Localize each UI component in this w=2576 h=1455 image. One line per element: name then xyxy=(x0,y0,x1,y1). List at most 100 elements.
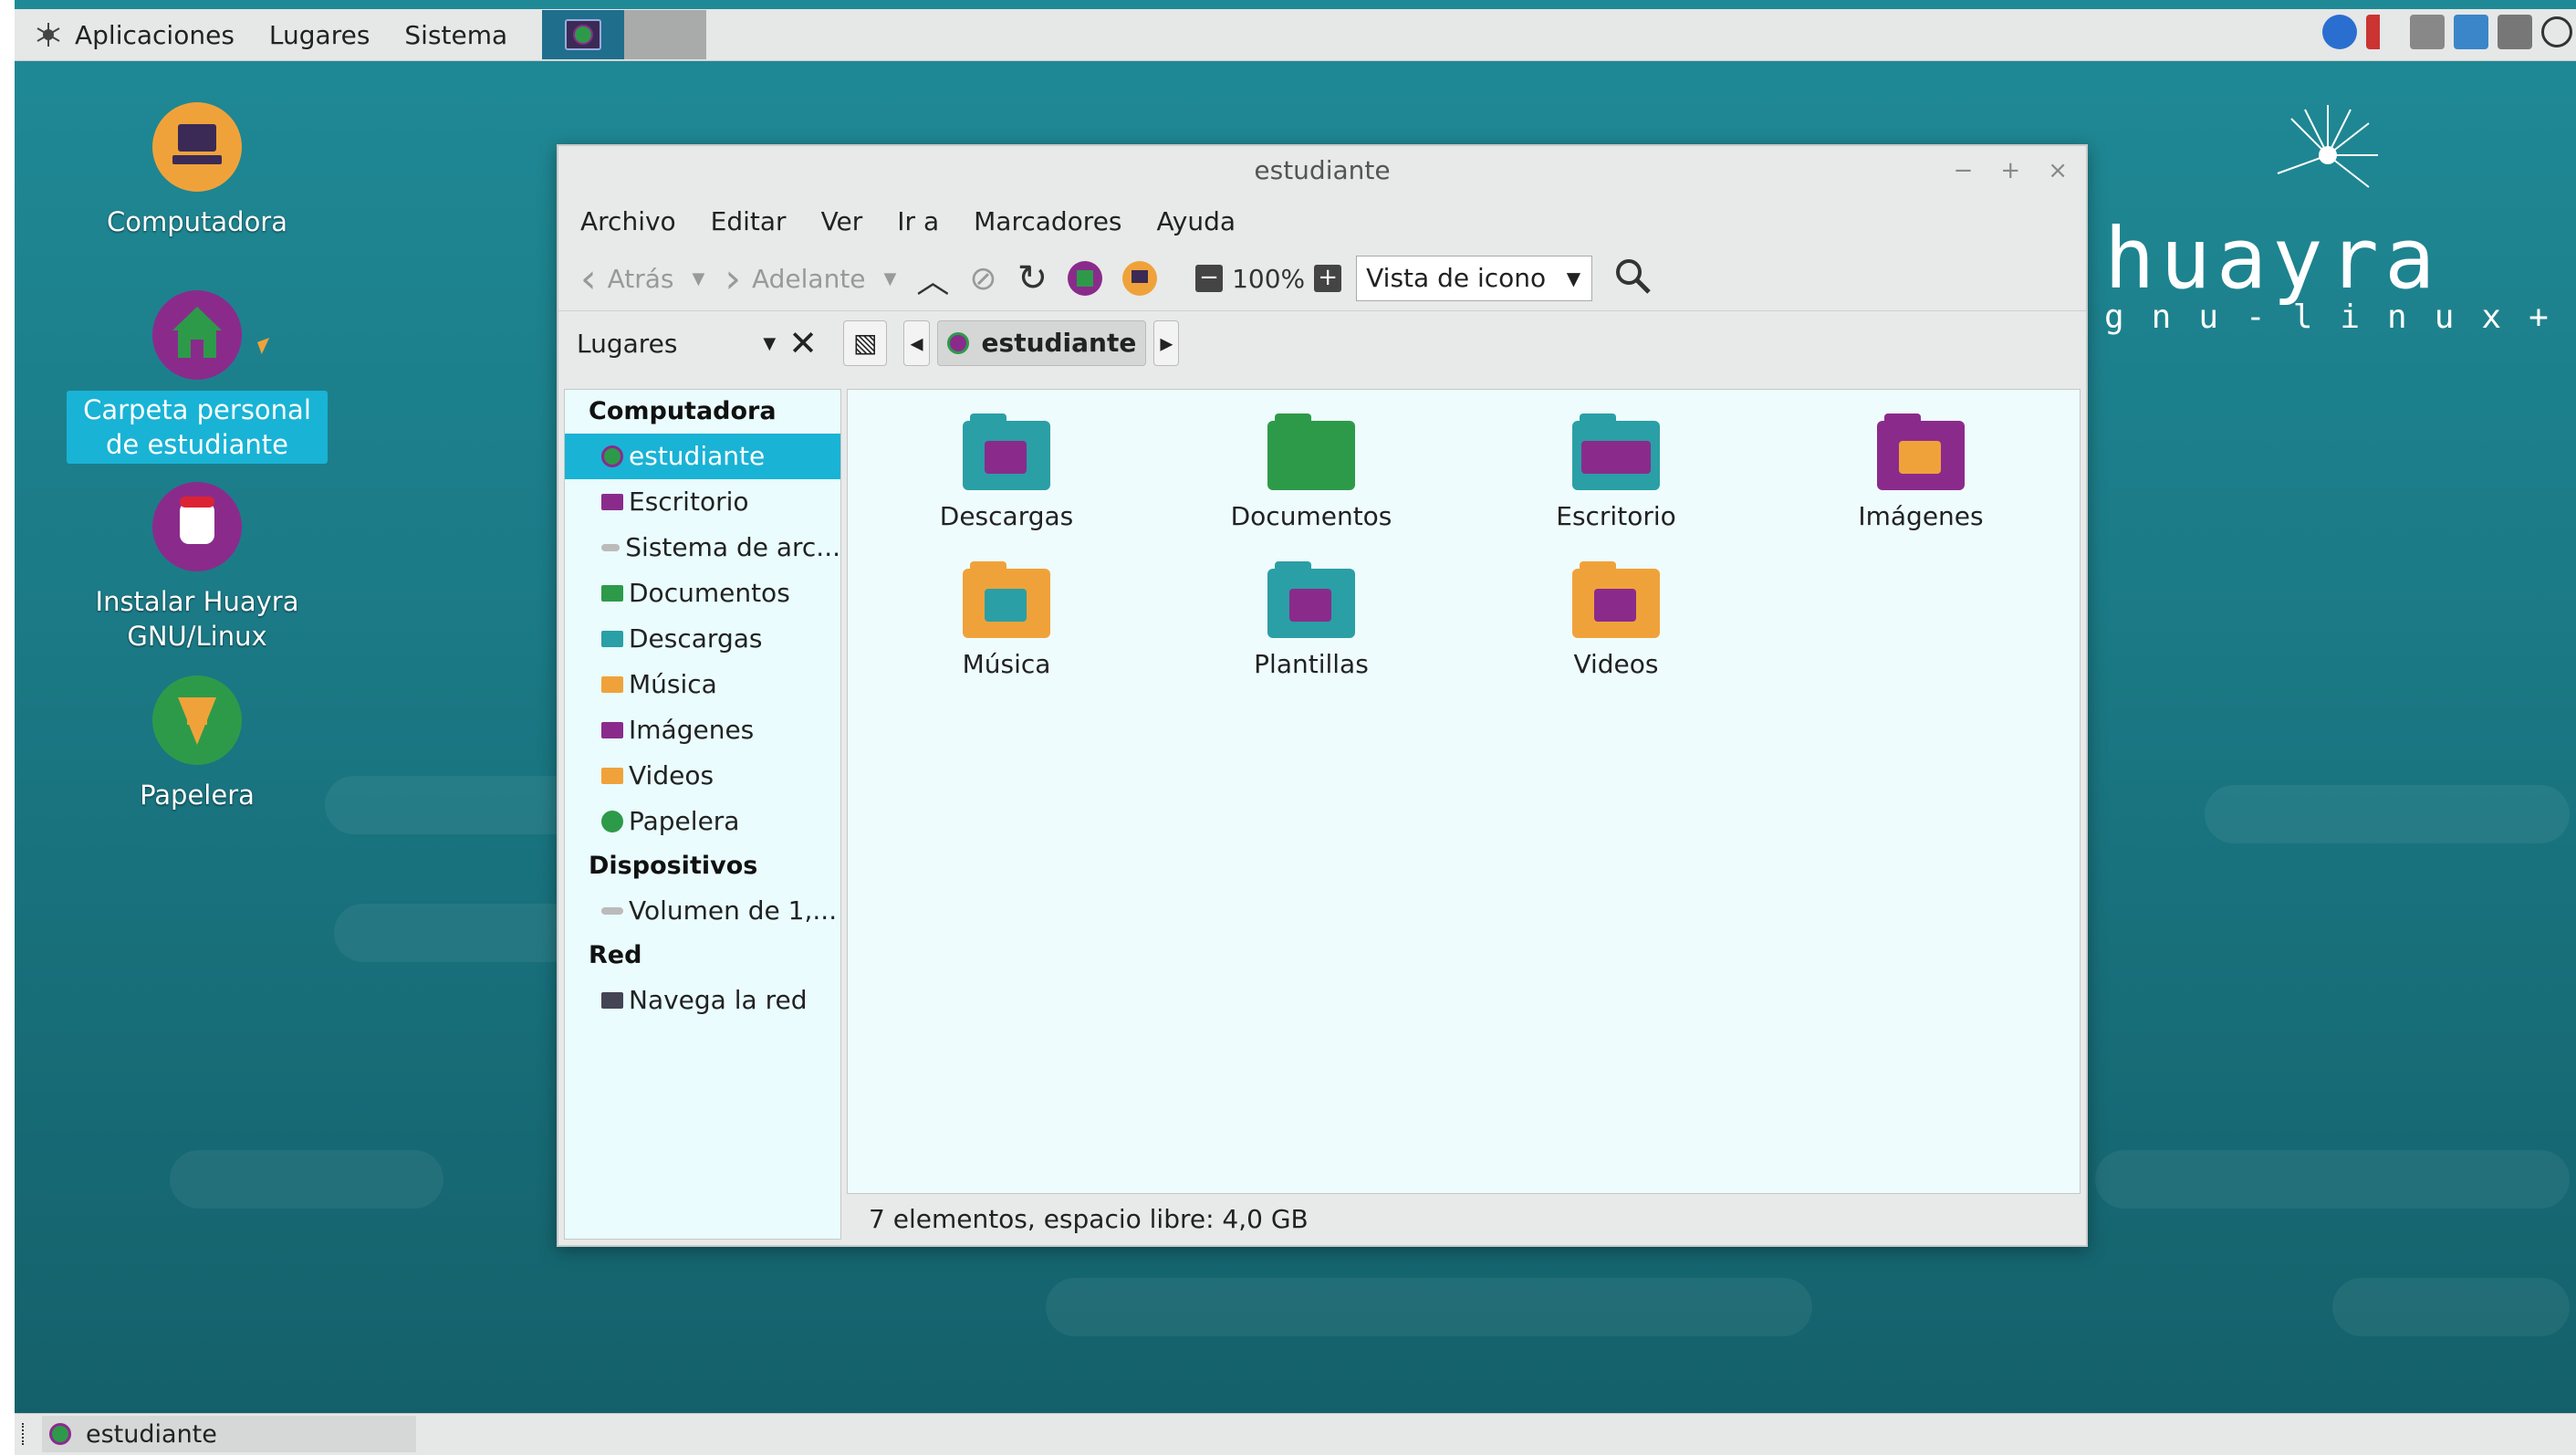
search-icon[interactable] xyxy=(1612,256,1653,302)
panel-handle-icon xyxy=(22,1423,29,1445)
back-button[interactable]: ‹ Atrás ▼ xyxy=(580,256,704,302)
view-mode-select[interactable]: Vista de icono ▼ xyxy=(1356,256,1593,301)
file-item-label: Imágenes xyxy=(1858,501,1984,531)
desktop-icon-installer[interactable]: Instalar Huayra GNU/Linux xyxy=(60,482,334,655)
toggle-location-icon[interactable]: ▧ xyxy=(843,320,888,366)
close-button[interactable]: × xyxy=(2048,146,2068,195)
network-icon[interactable] xyxy=(2410,15,2445,49)
sidebar-item-volume[interactable]: Volumen de 1,... xyxy=(565,888,840,934)
volume-icon[interactable] xyxy=(2366,15,2401,49)
back-label: Atrás xyxy=(607,263,674,294)
top-panel: Aplicaciones Lugares Sistema xyxy=(15,9,2576,61)
desktop-folder-icon xyxy=(1572,413,1660,490)
sidebar-item-label: estudiante xyxy=(629,441,766,471)
crumb-current[interactable]: estudiante xyxy=(936,320,1147,366)
sidebar-item-network[interactable]: Navega la red xyxy=(565,978,840,1023)
downloads-folder-icon xyxy=(963,413,1050,490)
menu-editar[interactable]: Editar xyxy=(711,206,787,236)
crumb-left-arrow[interactable]: ◂ xyxy=(903,320,930,366)
places-sidebar: Computadora estudiante Escritorio Sistem… xyxy=(564,389,841,1240)
sidebar-heading-red: Red xyxy=(589,941,642,969)
menu-archivo[interactable]: Archivo xyxy=(580,206,676,236)
menu-aplicaciones[interactable]: Aplicaciones xyxy=(75,20,235,50)
desktop-icon-label: Computadora xyxy=(106,206,287,237)
desktop: Aplicaciones Lugares Sistema Computadora xyxy=(15,0,2576,1455)
crumb-right-arrow[interactable]: ▸ xyxy=(1153,320,1180,366)
close-sidebar-icon[interactable]: ✕ xyxy=(788,323,818,363)
network-icon xyxy=(601,992,623,1009)
desktop-icon-label: Carpeta personal de estudiante xyxy=(67,391,328,464)
file-item-escritorio[interactable]: Escritorio xyxy=(1497,413,1735,531)
forward-button[interactable]: › Adelante ▼ xyxy=(725,256,896,302)
workspace-2[interactable] xyxy=(624,10,707,59)
maximize-button[interactable]: + xyxy=(2000,146,2020,195)
desktop-icon-trash[interactable]: Papelera xyxy=(60,675,334,814)
sidebar-item-imagenes[interactable]: Imágenes xyxy=(565,707,840,753)
computer-icon[interactable] xyxy=(1122,261,1158,296)
view-mode-label: Vista de icono xyxy=(1366,263,1547,293)
file-item-videos[interactable]: Videos xyxy=(1497,561,1735,679)
location-bar: Lugares ▼ ✕ ▧ ◂ estudiante ▸ xyxy=(558,311,2086,375)
home-icon[interactable] xyxy=(1068,261,1103,296)
file-view: Descargas Documentos Escritorio Imágenes… xyxy=(847,389,2081,1194)
file-item-label: Plantillas xyxy=(1254,649,1369,679)
sidebar-item-musica[interactable]: Música xyxy=(565,662,840,707)
sidebar-item-documentos[interactable]: Documentos xyxy=(565,570,840,616)
power-icon[interactable] xyxy=(2541,16,2572,47)
chevron-down-icon[interactable]: ▼ xyxy=(763,334,776,353)
up-icon[interactable]: ︿ xyxy=(916,255,949,302)
huayra-logo: huayra gnu-linux+ xyxy=(2104,105,2576,336)
file-item-documentos[interactable]: Documentos xyxy=(1193,413,1430,531)
sidebar-item-estudiante[interactable]: estudiante xyxy=(565,434,840,479)
stop-icon[interactable]: ⊘ xyxy=(969,260,996,298)
file-manager-window: estudiante − + × Archivo Editar Ver Ir a… xyxy=(557,144,2088,1247)
workspace-1[interactable] xyxy=(542,10,625,59)
zoom-out-icon[interactable]: − xyxy=(1195,265,1224,292)
documents-folder-icon xyxy=(1267,413,1355,490)
desktop-icon-home[interactable]: Carpeta personal de estudiante xyxy=(60,290,334,464)
places-selector[interactable]: Lugares ▼ ✕ xyxy=(558,323,832,363)
file-item-label: Descargas xyxy=(939,501,1074,531)
background-band xyxy=(2095,1150,2570,1209)
system-tray xyxy=(2322,15,2572,49)
pictures-folder-icon xyxy=(1877,413,1965,490)
bottom-panel: estudiante xyxy=(15,1413,2576,1455)
applications-icon[interactable] xyxy=(35,21,62,48)
sidebar-item-label: Imágenes xyxy=(629,715,755,745)
file-item-imagenes[interactable]: Imágenes xyxy=(1802,413,2039,531)
desktop-icon-label: Papelera xyxy=(140,780,255,811)
home-icon xyxy=(601,445,623,467)
documents-folder-icon xyxy=(601,585,623,602)
sidebar-item-papelera[interactable]: Papelera xyxy=(565,799,840,844)
taskbar-item-estudiante[interactable]: estudiante xyxy=(42,1416,416,1452)
menu-marcadores[interactable]: Marcadores xyxy=(974,206,1121,236)
menu-sistema[interactable]: Sistema xyxy=(404,20,507,50)
sidebar-item-escritorio[interactable]: Escritorio xyxy=(565,479,840,525)
computer-icon xyxy=(152,102,242,192)
window-titlebar[interactable]: estudiante − + × xyxy=(558,146,2086,195)
chevron-down-icon[interactable]: ▼ xyxy=(884,269,897,288)
sidebar-item-videos[interactable]: Videos xyxy=(565,753,840,799)
menubar: Archivo Editar Ver Ir a Marcadores Ayuda xyxy=(558,195,2086,246)
battery-icon[interactable] xyxy=(2498,15,2532,49)
file-item-label: Documentos xyxy=(1230,501,1392,531)
menu-ir-a[interactable]: Ir a xyxy=(897,206,939,236)
file-item-plantillas[interactable]: Plantillas xyxy=(1193,561,1430,679)
file-item-musica[interactable]: Música xyxy=(888,561,1125,679)
zoom-in-icon[interactable]: + xyxy=(1314,265,1342,292)
background-band xyxy=(2332,1278,2570,1336)
chevron-down-icon[interactable]: ▼ xyxy=(693,269,705,288)
sidebar-item-descargas[interactable]: Descargas xyxy=(565,616,840,662)
file-item-descargas[interactable]: Descargas xyxy=(888,413,1125,531)
desktop-icon-computadora[interactable]: Computadora xyxy=(60,102,334,241)
sidebar-item-label: Sistema de arc... xyxy=(625,532,840,562)
sidebar-item-filesystem[interactable]: Sistema de arc... xyxy=(565,525,840,570)
sidebar-item-label: Navega la red xyxy=(629,985,808,1015)
menu-lugares[interactable]: Lugares xyxy=(269,20,370,50)
reload-icon[interactable]: ↻ xyxy=(1017,257,1048,299)
menu-ayuda[interactable]: Ayuda xyxy=(1157,206,1236,236)
menu-ver[interactable]: Ver xyxy=(821,206,863,236)
update-icon[interactable] xyxy=(2454,15,2488,49)
minimize-button[interactable]: − xyxy=(1954,146,1974,195)
bluetooth-icon[interactable] xyxy=(2322,15,2357,49)
